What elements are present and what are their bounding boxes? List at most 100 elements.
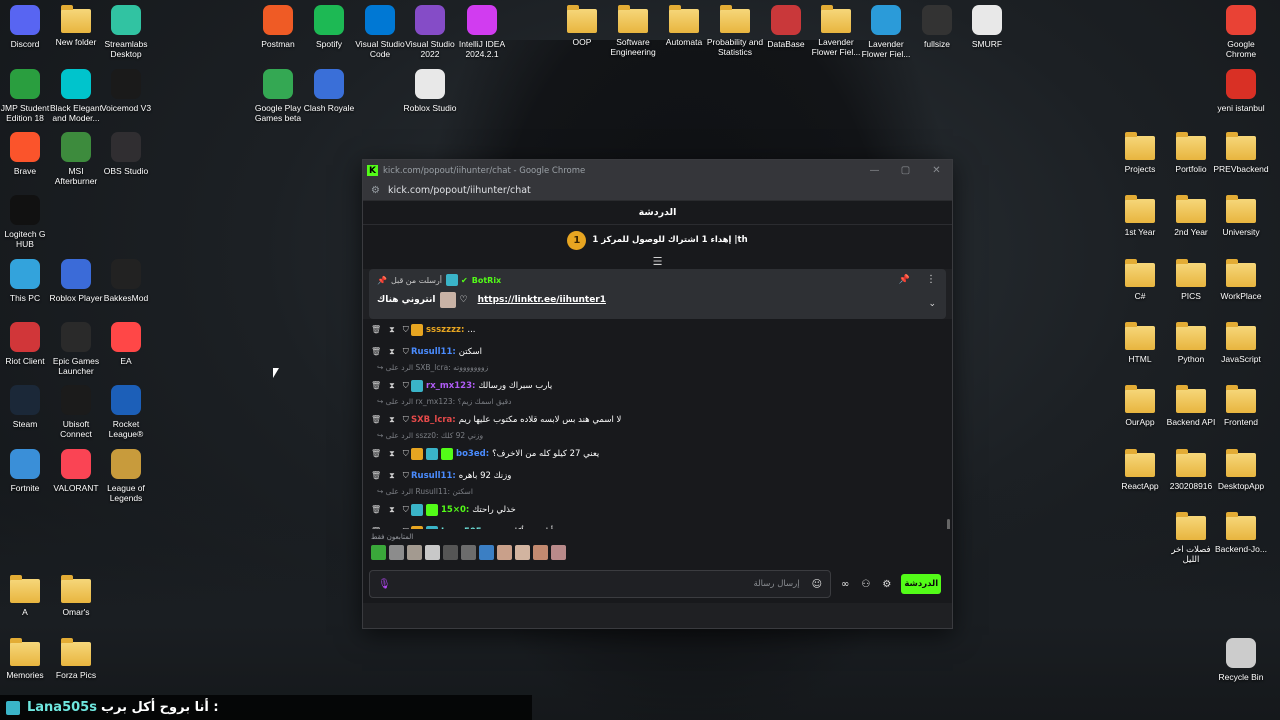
pinned-message[interactable]: 📌 أرسلت من قبل ✔ BotRix انتروني هناك ♡ h… bbox=[369, 269, 946, 319]
desktop-icon-frontend[interactable]: Frontend bbox=[1212, 385, 1270, 427]
desktop-icon-postman[interactable]: Postman bbox=[249, 5, 307, 49]
chat-message[interactable]: 🗑 ⧗ ⛉ bo3ed: يعني 27 كيلو كله من الاخرف؟ bbox=[371, 443, 944, 465]
desktop-icon-projects[interactable]: Projects bbox=[1111, 132, 1169, 174]
unpin-icon[interactable]: 📌 bbox=[899, 275, 910, 285]
minimize-button[interactable]: — bbox=[859, 165, 890, 176]
desktop-icon-automata[interactable]: Automata bbox=[655, 5, 713, 47]
chat-message[interactable]: 🗑 ⧗ ⛉ Rusull11: وزنك 92 باهره bbox=[371, 465, 944, 487]
desktop-icon-prob-stats[interactable]: Probability and Statistics bbox=[706, 5, 764, 57]
microphone-icon[interactable]: 🎙 bbox=[378, 579, 391, 590]
users-icon[interactable]: ⚇ bbox=[861, 579, 870, 590]
follower-avatar[interactable] bbox=[443, 545, 458, 560]
desktop-icon-smurf[interactable]: SMURF bbox=[958, 5, 1016, 49]
follower-avatar[interactable] bbox=[551, 545, 566, 560]
pinned-bot-name[interactable]: BotRix bbox=[472, 276, 501, 285]
chat-message[interactable]: 🗑 ⧗ ⛉ rx_mx123: يارب سبراك ورسالك bbox=[371, 375, 944, 397]
chat-username[interactable]: Rusull11: bbox=[411, 347, 456, 357]
follower-avatar[interactable] bbox=[461, 545, 476, 560]
desktop-icon-recycle-bin[interactable]: Recycle Bin bbox=[1212, 638, 1270, 682]
shield-icon[interactable]: ⛉ bbox=[403, 347, 409, 357]
mod-tools[interactable]: 🗑 ⧗ ⛉ bbox=[371, 527, 411, 529]
scrollbar-thumb[interactable] bbox=[947, 519, 950, 529]
desktop-icon-chrome[interactable]: Google Chrome bbox=[1212, 5, 1270, 59]
delete-icon[interactable]: 🗑 bbox=[371, 415, 381, 425]
chat-username[interactable]: rx_mx123: bbox=[426, 381, 475, 391]
desktop-icon-google-play-games[interactable]: Google Play Games beta bbox=[249, 69, 307, 123]
desktop-icon-clash-royale[interactable]: Clash Royale bbox=[300, 69, 358, 113]
desktop-icon-prevbackend[interactable]: PREVbackend bbox=[1212, 132, 1270, 174]
delete-icon[interactable]: 🗑 bbox=[371, 471, 381, 481]
chrome-popup-window[interactable]: K kick.com/popout/iihunter/chat - Google… bbox=[362, 159, 953, 629]
delete-icon[interactable]: 🗑 bbox=[371, 381, 381, 391]
timeout-icon[interactable]: ⧗ bbox=[389, 381, 395, 391]
emoji-icon[interactable]: ☺ bbox=[812, 579, 822, 590]
chat-username[interactable]: bo3ed: bbox=[456, 449, 489, 459]
shield-icon[interactable]: ⛉ bbox=[403, 471, 409, 481]
follower-avatar[interactable] bbox=[497, 545, 512, 560]
shield-icon[interactable]: ⛉ bbox=[403, 415, 409, 425]
chat-message[interactable]: 🗑 ⧗ ⛉ 15×0: خذلي راحتك bbox=[371, 499, 944, 521]
timeout-icon[interactable]: ⧗ bbox=[389, 449, 395, 459]
desktop-icon-1st-year[interactable]: 1st Year bbox=[1111, 195, 1169, 237]
desktop-icon-logitech[interactable]: Logitech G HUB bbox=[0, 195, 54, 249]
desktop-icon-ourapp[interactable]: OurApp bbox=[1111, 385, 1169, 427]
follower-avatar[interactable] bbox=[425, 545, 440, 560]
follower-avatar[interactable] bbox=[479, 545, 494, 560]
chat-message[interactable]: 🗑 ⧗ ⛉ ssszzzz:... bbox=[371, 319, 944, 341]
timeout-icon[interactable]: ⧗ bbox=[389, 505, 395, 515]
desktop-icon-rocket-league[interactable]: Rocket League® bbox=[97, 385, 155, 439]
delete-icon[interactable]: 🗑 bbox=[371, 449, 381, 459]
delete-icon[interactable]: 🗑 bbox=[371, 505, 381, 515]
desktop-icon-bakkesmod[interactable]: BakkesMod bbox=[97, 259, 155, 303]
timeout-icon[interactable]: ⧗ bbox=[389, 471, 395, 481]
shield-icon[interactable]: ⛉ bbox=[403, 527, 409, 529]
chat-username[interactable]: Rusull11: bbox=[411, 471, 456, 481]
desktop-icon-brave[interactable]: Brave bbox=[0, 132, 54, 176]
follower-avatar[interactable] bbox=[371, 545, 386, 560]
gear-icon[interactable]: ⚙ bbox=[882, 579, 891, 590]
chat-send-button[interactable]: الدردشة bbox=[901, 574, 942, 594]
chat-messages[interactable]: 🗑 ⧗ ⛉ ssszzzz:... 🗑 ⧗ ⛉ Rusull11: اسكتن ↪ الرد عل… bbox=[363, 319, 952, 529]
desktop-icon-vs2022[interactable]: Visual Studio 2022 bbox=[401, 5, 459, 59]
address-bar[interactable]: ⚙ kick.com/popout/iihunter/chat bbox=[363, 181, 952, 201]
timeout-icon[interactable]: ⧗ bbox=[389, 347, 395, 357]
desktop-icon-voicemod[interactable]: Voicemod V3 bbox=[97, 69, 155, 113]
shield-icon[interactable]: ⛉ bbox=[403, 449, 409, 459]
chat-message[interactable]: 🗑 ⧗ ⛉ Rusull11: اسكتن bbox=[371, 341, 944, 363]
timeout-icon[interactable]: ⧗ bbox=[389, 325, 395, 335]
desktop-icon-software-eng[interactable]: Software Engineering bbox=[604, 5, 662, 57]
desktop-icon-fortnite[interactable]: Fortnite bbox=[0, 449, 54, 493]
chat-message[interactable]: 🗑 ⧗ ⛉ Lana505s:أنا بروح أكل برب bbox=[371, 521, 944, 529]
desktop-icon-intellij[interactable]: IntelliJ IDEA 2024.2.1 bbox=[453, 5, 511, 59]
desktop-icon-streamlabs[interactable]: Streamlabs Desktop bbox=[97, 5, 155, 59]
timeout-icon[interactable]: ⧗ bbox=[389, 415, 395, 425]
mod-tools[interactable]: 🗑 ⧗ ⛉ bbox=[371, 347, 411, 357]
desktop-icon-desktopapp[interactable]: DesktopApp bbox=[1212, 449, 1270, 491]
mod-tools[interactable]: 🗑 ⧗ ⛉ bbox=[371, 381, 411, 391]
desktop-icon-obs[interactable]: OBS Studio bbox=[97, 132, 155, 176]
collapse-handle-icon[interactable]: ☰ bbox=[363, 255, 952, 269]
desktop-icon-javascript[interactable]: JavaScript bbox=[1212, 322, 1270, 364]
desktop-icon-workplace[interactable]: WorkPlace bbox=[1212, 259, 1270, 301]
mod-tools[interactable]: 🗑 ⧗ ⛉ bbox=[371, 415, 411, 425]
delete-icon[interactable]: 🗑 bbox=[371, 347, 381, 357]
desktop-icon-omars[interactable]: Omar's bbox=[47, 575, 105, 617]
mod-tools[interactable]: 🗑 ⧗ ⛉ bbox=[371, 325, 411, 335]
desktop-icon-oop[interactable]: OOP bbox=[553, 5, 611, 47]
desktop-icon-steam[interactable]: Steam bbox=[0, 385, 54, 429]
follower-avatar[interactable] bbox=[389, 545, 404, 560]
desktop-icon-memories[interactable]: Memories bbox=[0, 638, 54, 680]
desktop-icon-discord[interactable]: Discord bbox=[0, 5, 54, 49]
desktop-icon-jmp[interactable]: JMP Student Edition 18 bbox=[0, 69, 54, 123]
follower-avatar[interactable] bbox=[515, 545, 530, 560]
mod-tools[interactable]: 🗑 ⧗ ⛉ bbox=[371, 471, 411, 481]
desktop-icon-university[interactable]: University bbox=[1212, 195, 1270, 237]
follower-avatar[interactable] bbox=[533, 545, 548, 560]
desktop-icon-csharp[interactable]: C# bbox=[1111, 259, 1169, 301]
chat-username[interactable]: ssszzzz: bbox=[426, 325, 464, 335]
delete-icon[interactable]: 🗑 bbox=[371, 325, 381, 335]
desktop-icon-spotify[interactable]: Spotify bbox=[300, 5, 358, 49]
desktop-icon-this-pc[interactable]: This PC bbox=[0, 259, 54, 303]
title-bar[interactable]: K kick.com/popout/iihunter/chat - Google… bbox=[363, 160, 952, 181]
desktop-icon-ea[interactable]: EA bbox=[97, 322, 155, 366]
